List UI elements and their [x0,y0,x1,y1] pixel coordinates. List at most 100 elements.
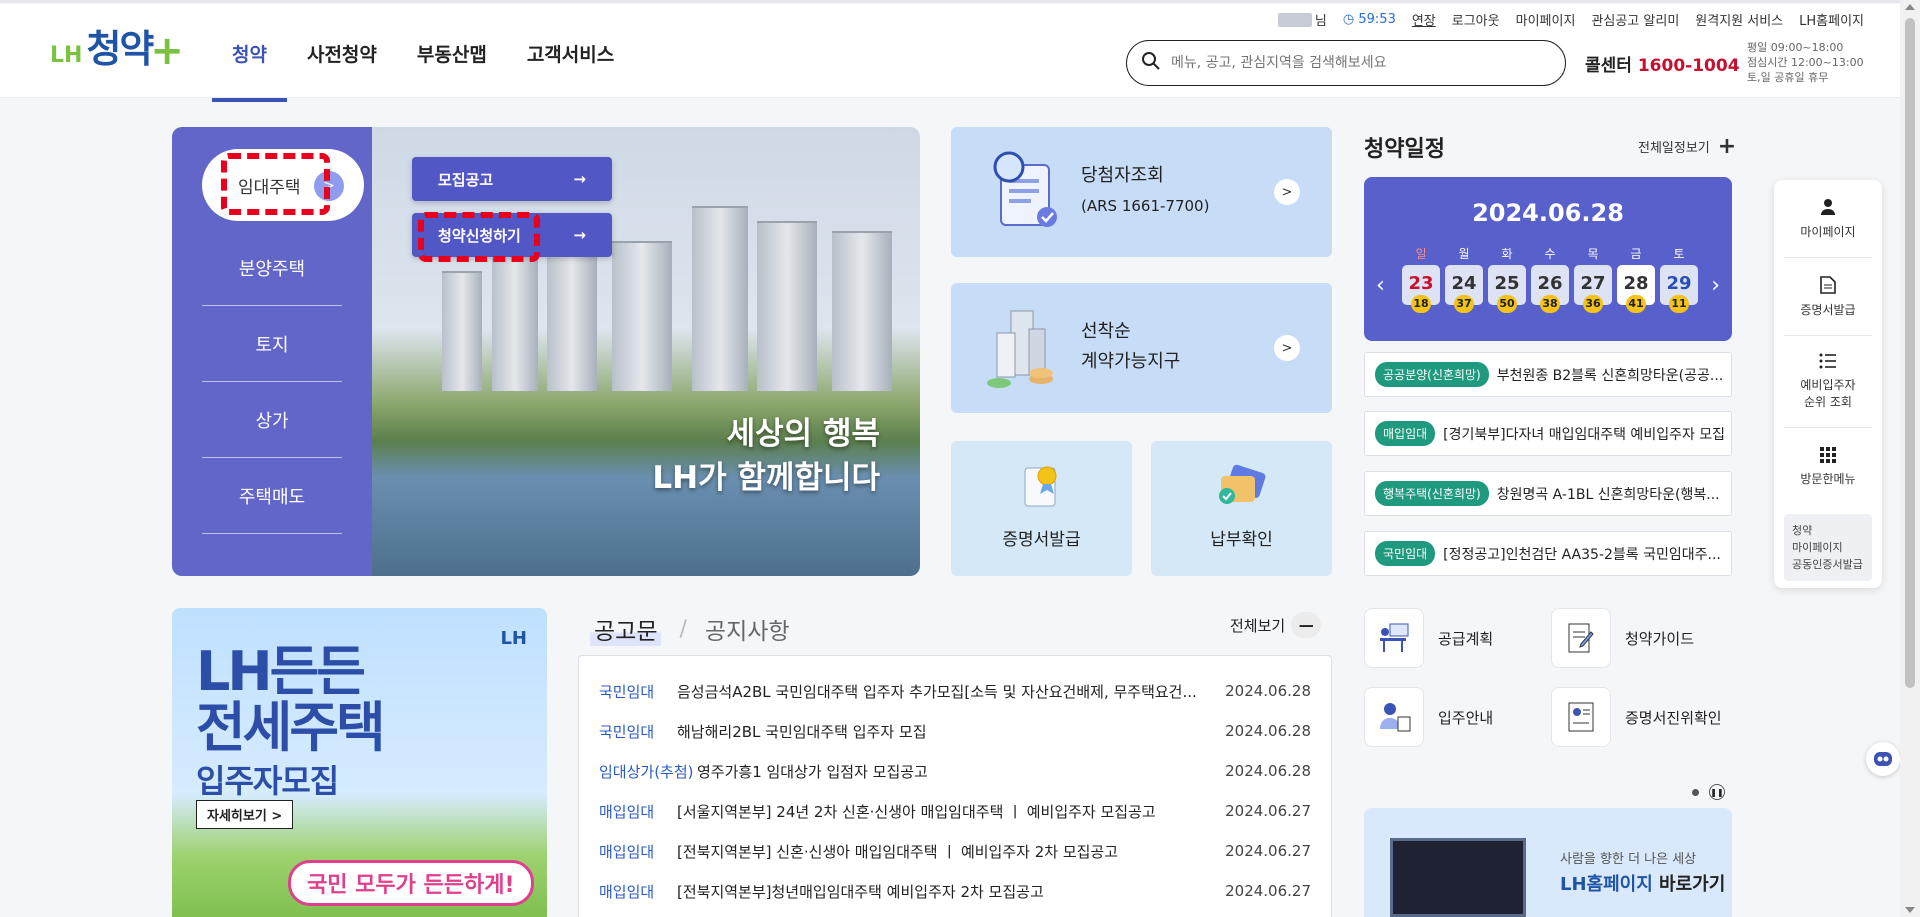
item-tag: 공공분양(신혼희망) [1375,362,1489,387]
logo-name: 청약 [86,27,154,71]
lh-homepage-banner[interactable]: 사람을 향한 더 나은 세상 LH홈페이지 바로가기 [1364,808,1732,917]
document-search-icon [987,149,1065,233]
certificate-verify-link[interactable]: 증명서진위확인 [1551,687,1722,747]
schedule-item[interactable]: 매입임대 [경기북부]다자녀 매입임대주택 예비입주자 모집 [1364,411,1732,456]
session-timer: ◷ 59:53 [1343,12,1396,27]
nav-customer-service[interactable]: 고객서비스 [507,34,634,73]
notice-category: 국민임대 [599,682,655,701]
first-come-title-2: 계약가능지구 [1081,351,1181,372]
view-all-schedule-link[interactable]: 전체일정보기 + [1638,135,1736,157]
nav-subscription[interactable]: 청약 [212,34,287,73]
jeonse-housing-banner[interactable]: LH LH든든 전세주택 입주자모집 자세히보기 > 국민 모두가 든든하게! [172,608,547,917]
card-payment-icon [1215,462,1269,515]
notice-date: 2024.06.27 [1225,882,1311,900]
scrollbar-thumb[interactable] [1905,18,1915,688]
calendar-day-today[interactable]: 금 28 41 [1617,245,1655,313]
banner-line-2: 전세주택 [196,696,386,759]
edit-document-icon [1551,608,1611,668]
notice-category: 매입임대 [599,842,655,861]
pager-dot[interactable] [1692,788,1699,796]
chevron-right-icon[interactable]: > [1274,179,1300,205]
nav-pre-subscription[interactable]: 사전청약 [287,34,397,73]
quick-visited-menu[interactable]: 방문한메뉴 [1784,428,1872,506]
certificate-label: 증명서발급 [1002,530,1081,550]
chevron-left-icon[interactable]: ‹ [1376,273,1385,298]
hours-lunch: 점심시간 12:00~13:00 [1747,56,1864,69]
timer-value: 59:53 [1358,12,1396,27]
calendar-day[interactable]: 화 25 50 [1488,245,1526,313]
day-number: 24 [1451,273,1477,294]
lh-homepage-link[interactable]: LH홈페이지 [1799,10,1864,29]
notice-title: 음성금석A2BL 국민임대주택 입주자 추가모집[소득 및 자산요건배제, 무주… [677,682,1197,701]
visited-item[interactable]: 청약 [1792,522,1864,539]
schedule-item[interactable]: 공공분양(신혼희망) 부천원종 B2블록 신혼희망타운(공공... [1364,352,1732,397]
logout-link[interactable]: 로그아웃 [1452,10,1500,29]
category-house-sale[interactable]: 주택매도 [202,458,342,534]
pause-icon[interactable]: ❚❚ [1709,784,1725,800]
day-count-badge: 18 [1411,295,1431,313]
moving-in-guide-link[interactable]: 입주안내 [1364,687,1493,747]
banner-more-button[interactable]: 자세히보기 > [196,800,294,829]
schedule-item[interactable]: 행복주택(신혼희망) 창원명곡 A-1BL 신혼희망타운(행복... [1364,471,1732,516]
notice-row[interactable]: 매입임대 [전북지역본부] 신혼·신생아 매입임대주택 ㅣ 예비입주자 2차 모집… [599,831,1311,871]
category-commercial[interactable]: 상가 [202,382,342,458]
home-banner-brand: LH홈페이지 [1560,874,1653,895]
view-all-notices-link[interactable]: 전체보기 — [1230,612,1322,638]
search-icon[interactable] [1141,51,1161,75]
tab-notices[interactable]: 공지사항 [705,612,790,646]
notice-row[interactable]: 국민임대 음성금석A2BL 국민임대주택 입주자 추가모집[소득 및 자산요건배제… [599,671,1311,711]
scroll-down-icon[interactable] [1905,907,1915,913]
category-list: 분양주택 토지 상가 주택매도 [202,230,342,534]
calendar-day[interactable]: 월 24 37 [1445,245,1483,313]
winner-lookup-card[interactable]: 당첨자조회 (ARS 1661-7700) > [951,127,1332,257]
home-banner-line-2: LH홈페이지 바로가기 [1560,870,1725,896]
quick-certificate[interactable]: 증명서발급 [1784,258,1872,336]
payment-check-card[interactable]: 납부확인 [1151,441,1332,576]
remote-support-link[interactable]: 원격지원 서비스 [1695,10,1783,29]
notice-date: 2024.06.27 [1225,802,1311,820]
category-sale-housing[interactable]: 분양주택 [202,230,342,306]
notice-row[interactable]: 임대상가(추첨) 영주가흥1 임대상가 입점자 모집공고 2024.06.28 [599,751,1311,791]
calendar-day[interactable]: 수 26 38 [1531,245,1569,313]
extend-session-link[interactable]: 연장 [1412,10,1436,29]
scroll-up-icon[interactable] [1905,4,1915,10]
hours-holiday: 토,일 공휴일 휴무 [1747,71,1829,84]
id-verify-icon [1551,687,1611,747]
supply-plan-link[interactable]: 공급계획 [1364,608,1493,668]
monitor-image [1390,838,1526,917]
notice-row[interactable]: 국민임대 해남해리2BL 국민임대주택 입주자 모집 2024.06.28 [599,711,1311,751]
notice-row[interactable]: 매입임대 [전북지역본부]청년매입임대주택 예비입주자 2차 모집공고 2024.0… [599,871,1311,911]
nav-real-estate-map[interactable]: 부동산맵 [397,34,507,73]
chevron-right-icon[interactable]: › [1711,273,1720,298]
visited-item[interactable]: 마이페이지 [1792,539,1864,556]
person-card-icon [1364,687,1424,747]
notice-alert-link[interactable]: 관심공고 알리미 [1591,10,1679,29]
notice-row[interactable]: 매입임대 [서울지역본부] 24년 2차 신혼·신생아 매입임대주택 ㅣ 예비입주… [599,791,1311,831]
calendar-day[interactable]: 일 23 18 [1402,245,1440,313]
tab-announcements[interactable]: 공고문 [590,612,662,646]
quick-label: 마이페이지 [1800,224,1856,239]
search-input[interactable] [1171,55,1541,71]
day-number: 27 [1580,273,1606,294]
recruitment-notice-button[interactable]: 모집공고 → [412,157,612,201]
certificate-issue-card[interactable]: 증명서발급 [951,441,1132,576]
visited-item[interactable]: 공동인증서발급 [1792,556,1864,573]
chevron-right-icon[interactable]: > [1274,335,1300,361]
schedule-item[interactable]: 국민임대 [정정공고]인천검단 AA35-2블록 국민임대주... [1364,531,1732,576]
notice-date: 2024.06.28 [1225,762,1311,780]
mypage-link[interactable]: 마이페이지 [1516,10,1576,29]
calendar-day[interactable]: 토 29 11 [1660,245,1698,313]
notice-category: 국민임대 [599,722,655,741]
minus-icon: — [1291,612,1322,638]
page-scrollbar[interactable] [1900,0,1920,917]
quick-waitlist-rank[interactable]: 예비입주자 순위 조회 [1784,336,1872,428]
category-land[interactable]: 토지 [202,306,342,382]
lh-logo[interactable]: LH 청약 + [50,27,184,71]
quick-mypage[interactable]: 마이페이지 [1784,180,1872,258]
calendar-day[interactable]: 목 27 36 [1574,245,1612,313]
notice-title: [전북지역본부]청년매입임대주택 예비입주자 2차 모집공고 [677,882,1044,901]
nav-active-underline [212,98,287,102]
first-come-card[interactable]: 선착순 계약가능지구 > [951,283,1332,413]
subscription-guide-link[interactable]: 청약가이드 [1551,608,1694,668]
chatbot-icon[interactable] [1866,742,1900,776]
